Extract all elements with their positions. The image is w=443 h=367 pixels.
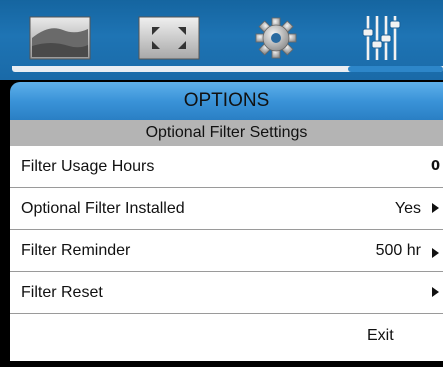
exit-button[interactable]: Exit <box>367 314 394 358</box>
picture-icon <box>29 16 91 60</box>
menu-list: Filter Usage Hours 0 Optional Filter Ins… <box>10 146 443 361</box>
menu-item-value: 0 <box>430 159 440 174</box>
screen-expand-icon <box>138 16 200 60</box>
exit-row[interactable]: Exit <box>10 314 443 361</box>
menu-item-value: Yes <box>394 200 421 217</box>
tab-bar <box>0 0 443 80</box>
menu-subtitle: Optional Filter Settings <box>145 124 308 141</box>
tab-screen[interactable] <box>136 8 202 68</box>
selected-tab-indicator <box>348 66 443 72</box>
menu-title: OPTIONS <box>183 90 270 111</box>
menu-header: OPTIONS <box>10 82 443 120</box>
tab-options[interactable] <box>349 8 415 68</box>
chevron-right-icon[interactable] <box>432 287 439 297</box>
chevron-right-icon[interactable] <box>432 203 439 213</box>
menu-item-filter-reminder[interactable]: Filter Reminder 500 hr <box>10 230 443 272</box>
menu-item-label: Filter Reminder <box>21 242 131 259</box>
menu-item-optional-filter-installed[interactable]: Optional Filter Installed Yes <box>10 188 443 230</box>
menu-item-label: Filter Reset <box>21 284 103 301</box>
menu-item-value: 500 hr <box>375 242 421 259</box>
menu-item-label: Optional Filter Installed <box>21 200 185 217</box>
options-sliders-icon <box>360 13 404 63</box>
menu-item-label: Filter Usage Hours <box>21 158 155 175</box>
chevron-right-icon[interactable] <box>432 248 439 258</box>
menu-subheader: Optional Filter Settings <box>10 120 443 146</box>
menu-item-filter-usage-hours: Filter Usage Hours 0 <box>10 146 443 188</box>
osd-menu: OPTIONS Optional Filter Settings Filter … <box>0 0 443 367</box>
menu-item-filter-reset[interactable]: Filter Reset <box>10 272 443 314</box>
tab-picture[interactable] <box>27 8 93 68</box>
tab-settings[interactable] <box>243 8 309 68</box>
settings-gear-icon <box>253 15 299 61</box>
